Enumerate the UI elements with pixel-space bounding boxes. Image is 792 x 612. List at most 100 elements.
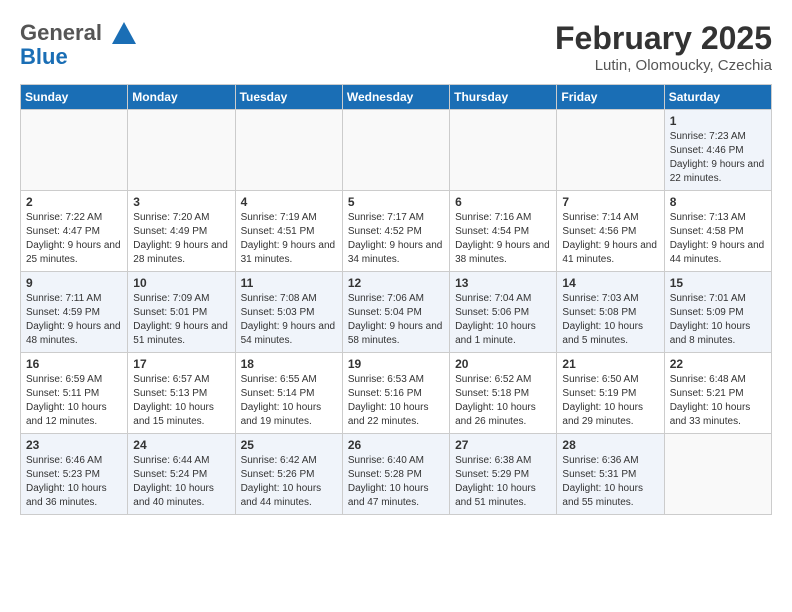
week-row-5: 23 Sunrise: 6:46 AM Sunset: 5:23 PM Dayli… xyxy=(21,434,772,515)
day-number: 19 xyxy=(348,357,444,371)
day-cell xyxy=(21,110,128,191)
day-info: Sunrise: 7:04 AM Sunset: 5:06 PM Dayligh… xyxy=(455,292,551,348)
day-cell: 6 Sunrise: 7:16 AM Sunset: 4:54 PM Daylig… xyxy=(450,191,557,272)
day-number: 17 xyxy=(133,357,229,371)
day-number: 23 xyxy=(26,438,122,452)
day-info: Sunrise: 6:46 AM Sunset: 5:23 PM Dayligh… xyxy=(26,454,122,510)
day-cell: 26 Sunrise: 6:40 AM Sunset: 5:28 PM Dayli… xyxy=(342,434,449,515)
day-number: 21 xyxy=(562,357,658,371)
day-info: Sunrise: 6:42 AM Sunset: 5:26 PM Dayligh… xyxy=(241,454,337,510)
day-cell xyxy=(128,110,235,191)
day-info: Sunrise: 7:20 AM Sunset: 4:49 PM Dayligh… xyxy=(133,211,229,267)
day-info: Sunrise: 6:44 AM Sunset: 5:24 PM Dayligh… xyxy=(133,454,229,510)
day-cell: 5 Sunrise: 7:17 AM Sunset: 4:52 PM Daylig… xyxy=(342,191,449,272)
day-header-friday: Friday xyxy=(557,85,664,110)
day-cell: 13 Sunrise: 7:04 AM Sunset: 5:06 PM Dayli… xyxy=(450,272,557,353)
day-cell: 2Sunrise: 7:22 AM Sunset: 4:47 PM Daylig… xyxy=(21,191,128,272)
day-header-thursday: Thursday xyxy=(450,85,557,110)
day-cell: 10Sunrise: 7:09 AM Sunset: 5:01 PM Dayli… xyxy=(128,272,235,353)
day-number: 8 xyxy=(670,195,766,209)
day-cell: 3 Sunrise: 7:20 AM Sunset: 4:49 PM Daylig… xyxy=(128,191,235,272)
subtitle: Lutin, Olomoucky, Czechia xyxy=(555,57,772,74)
day-header-tuesday: Tuesday xyxy=(235,85,342,110)
day-header-saturday: Saturday xyxy=(664,85,771,110)
logo-text-line2: Blue xyxy=(20,44,68,69)
day-number: 5 xyxy=(348,195,444,209)
day-info: Sunrise: 6:40 AM Sunset: 5:28 PM Dayligh… xyxy=(348,454,444,510)
day-number: 6 xyxy=(455,195,551,209)
day-cell: 16 Sunrise: 6:59 AM Sunset: 5:11 PM Dayli… xyxy=(21,353,128,434)
day-info: Sunrise: 6:53 AM Sunset: 5:16 PM Dayligh… xyxy=(348,373,444,429)
day-cell: 25 Sunrise: 6:42 AM Sunset: 5:26 PM Dayli… xyxy=(235,434,342,515)
day-number: 28 xyxy=(562,438,658,452)
day-info: Sunrise: 7:09 AM Sunset: 5:01 PM Dayligh… xyxy=(133,292,229,348)
day-cell: 15 Sunrise: 7:01 AM Sunset: 5:09 PM Dayli… xyxy=(664,272,771,353)
day-cell: 27Sunrise: 6:38 AM Sunset: 5:29 PM Dayli… xyxy=(450,434,557,515)
day-cell: 24 Sunrise: 6:44 AM Sunset: 5:24 PM Dayli… xyxy=(128,434,235,515)
month-title: February 2025 xyxy=(555,20,772,57)
logo: General Blue xyxy=(20,20,140,70)
day-cell: 1 Sunrise: 7:23 AM Sunset: 4:46 PM Daylig… xyxy=(664,110,771,191)
day-number: 25 xyxy=(241,438,337,452)
day-cell: 20Sunrise: 6:52 AM Sunset: 5:18 PM Dayli… xyxy=(450,353,557,434)
day-info: Sunrise: 7:17 AM Sunset: 4:52 PM Dayligh… xyxy=(348,211,444,267)
day-info: Sunrise: 7:14 AM Sunset: 4:56 PM Dayligh… xyxy=(562,211,658,267)
logo-icon xyxy=(110,20,138,48)
day-info: Sunrise: 7:08 AM Sunset: 5:03 PM Dayligh… xyxy=(241,292,337,348)
day-cell: 4Sunrise: 7:19 AM Sunset: 4:51 PM Daylig… xyxy=(235,191,342,272)
day-number: 2 xyxy=(26,195,122,209)
day-info: Sunrise: 7:03 AM Sunset: 5:08 PM Dayligh… xyxy=(562,292,658,348)
day-info: Sunrise: 7:01 AM Sunset: 5:09 PM Dayligh… xyxy=(670,292,766,348)
calendar-table: SundayMondayTuesdayWednesdayThursdayFrid… xyxy=(20,84,772,515)
day-info: Sunrise: 7:16 AM Sunset: 4:54 PM Dayligh… xyxy=(455,211,551,267)
day-header-monday: Monday xyxy=(128,85,235,110)
day-info: Sunrise: 7:23 AM Sunset: 4:46 PM Dayligh… xyxy=(670,130,766,186)
day-number: 14 xyxy=(562,276,658,290)
day-number: 12 xyxy=(348,276,444,290)
day-cell: 28 Sunrise: 6:36 AM Sunset: 5:31 PM Dayli… xyxy=(557,434,664,515)
day-cell xyxy=(664,434,771,515)
week-row-4: 16 Sunrise: 6:59 AM Sunset: 5:11 PM Dayli… xyxy=(21,353,772,434)
day-cell: 9 Sunrise: 7:11 AM Sunset: 4:59 PM Daylig… xyxy=(21,272,128,353)
day-number: 18 xyxy=(241,357,337,371)
day-info: Sunrise: 6:36 AM Sunset: 5:31 PM Dayligh… xyxy=(562,454,658,510)
day-info: Sunrise: 6:57 AM Sunset: 5:13 PM Dayligh… xyxy=(133,373,229,429)
day-cell: 14 Sunrise: 7:03 AM Sunset: 5:08 PM Dayli… xyxy=(557,272,664,353)
day-info: Sunrise: 7:13 AM Sunset: 4:58 PM Dayligh… xyxy=(670,211,766,267)
week-row-3: 9 Sunrise: 7:11 AM Sunset: 4:59 PM Daylig… xyxy=(21,272,772,353)
day-cell: 23 Sunrise: 6:46 AM Sunset: 5:23 PM Dayli… xyxy=(21,434,128,515)
day-number: 1 xyxy=(670,114,766,128)
day-number: 24 xyxy=(133,438,229,452)
day-cell: 19 Sunrise: 6:53 AM Sunset: 5:16 PM Dayli… xyxy=(342,353,449,434)
day-header-sunday: Sunday xyxy=(21,85,128,110)
day-info: Sunrise: 6:50 AM Sunset: 5:19 PM Dayligh… xyxy=(562,373,658,429)
header-row: SundayMondayTuesdayWednesdayThursdayFrid… xyxy=(21,85,772,110)
day-number: 22 xyxy=(670,357,766,371)
day-info: Sunrise: 6:52 AM Sunset: 5:18 PM Dayligh… xyxy=(455,373,551,429)
day-info: Sunrise: 7:11 AM Sunset: 4:59 PM Dayligh… xyxy=(26,292,122,348)
day-number: 16 xyxy=(26,357,122,371)
day-cell: 17 Sunrise: 6:57 AM Sunset: 5:13 PM Dayli… xyxy=(128,353,235,434)
day-cell: 22 Sunrise: 6:48 AM Sunset: 5:21 PM Dayli… xyxy=(664,353,771,434)
day-number: 26 xyxy=(348,438,444,452)
day-cell: 7 Sunrise: 7:14 AM Sunset: 4:56 PM Daylig… xyxy=(557,191,664,272)
day-cell: 11 Sunrise: 7:08 AM Sunset: 5:03 PM Dayli… xyxy=(235,272,342,353)
day-number: 9 xyxy=(26,276,122,290)
day-number: 11 xyxy=(241,276,337,290)
logo-text-line1: General xyxy=(20,20,102,45)
day-cell xyxy=(450,110,557,191)
day-info: Sunrise: 7:06 AM Sunset: 5:04 PM Dayligh… xyxy=(348,292,444,348)
title-block: February 2025 Lutin, Olomoucky, Czechia xyxy=(555,20,772,74)
day-info: Sunrise: 7:19 AM Sunset: 4:51 PM Dayligh… xyxy=(241,211,337,267)
day-number: 3 xyxy=(133,195,229,209)
day-cell: 8 Sunrise: 7:13 AM Sunset: 4:58 PM Daylig… xyxy=(664,191,771,272)
day-number: 13 xyxy=(455,276,551,290)
day-number: 7 xyxy=(562,195,658,209)
day-info: Sunrise: 6:48 AM Sunset: 5:21 PM Dayligh… xyxy=(670,373,766,429)
day-number: 15 xyxy=(670,276,766,290)
day-cell: 21 Sunrise: 6:50 AM Sunset: 5:19 PM Dayli… xyxy=(557,353,664,434)
day-cell xyxy=(557,110,664,191)
day-info: Sunrise: 6:59 AM Sunset: 5:11 PM Dayligh… xyxy=(26,373,122,429)
day-cell: 12 Sunrise: 7:06 AM Sunset: 5:04 PM Dayli… xyxy=(342,272,449,353)
week-row-2: 2Sunrise: 7:22 AM Sunset: 4:47 PM Daylig… xyxy=(21,191,772,272)
